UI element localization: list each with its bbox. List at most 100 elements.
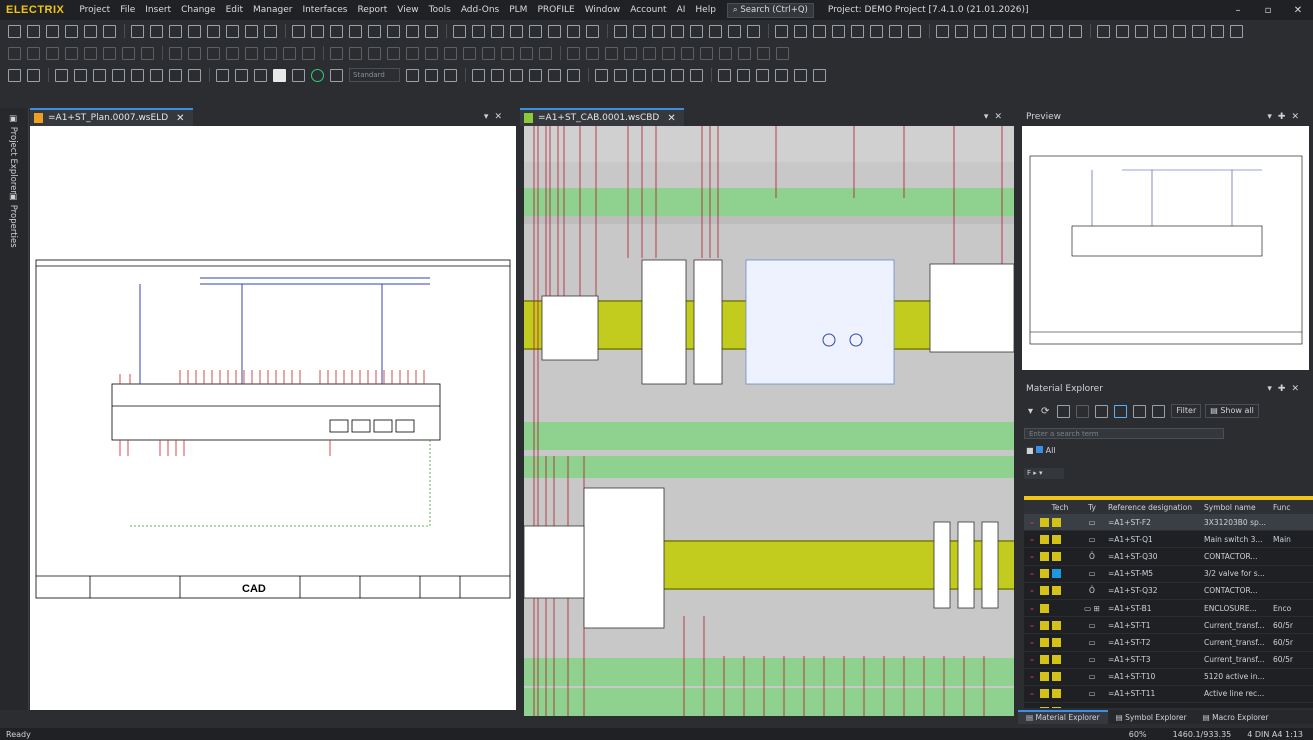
toolbar-tool-icon[interactable] [55,68,68,82]
toolbar-tool-icon[interactable] [254,68,267,82]
settings-icon[interactable] [1133,404,1147,418]
toolbar-tool-icon[interactable] [387,46,400,60]
toolbar-tool-icon[interactable] [311,24,324,38]
toolbar-tool-icon[interactable] [207,24,220,38]
chevron-down-icon[interactable]: ▾ [484,112,495,122]
toolbar-tool-icon[interactable] [103,46,116,60]
toolbar-tool-icon[interactable] [65,46,78,60]
toolbar-tool-icon[interactable] [1012,24,1025,38]
toolbar-tool-icon[interactable] [65,24,78,38]
toolbar-tool-icon[interactable] [453,24,466,38]
toolbar-tool-icon[interactable] [406,68,419,82]
remove-icon[interactable]: – [1024,569,1040,578]
toolbar-tool-icon[interactable] [757,46,770,60]
filter-type-icon[interactable] [1076,404,1090,418]
toolbar-tool-icon[interactable] [188,24,201,38]
remove-icon[interactable]: – [1024,689,1040,698]
toolbar-tool-icon[interactable] [1230,24,1243,38]
toolbar-tool-icon[interactable] [131,68,144,82]
toolbar-tool-icon[interactable] [539,46,552,60]
toolbar-tool-icon[interactable] [84,46,97,60]
menu-item-file[interactable]: File [115,5,140,15]
toolbar-tool-icon[interactable] [718,68,731,82]
material-search-input[interactable]: Enter a search term [1024,428,1224,439]
toolbar-tool-icon[interactable] [245,24,258,38]
pin-icon[interactable]: ✚ [1278,384,1292,394]
filter-button[interactable]: Filter [1171,404,1202,418]
toolbar-tool-icon[interactable] [27,46,40,60]
toolbar-tool-icon[interactable] [482,46,495,60]
toolbar-tool-icon[interactable] [643,46,656,60]
table-row[interactable]: – ▭ =A1+ST-F2 3X31203B0 sp... [1024,514,1313,532]
toolbar-tool-icon[interactable] [624,46,637,60]
toolbar-tool-icon[interactable] [46,24,59,38]
chevron-down-icon[interactable]: ▾ [1267,384,1278,394]
toolbar-tool-icon[interactable] [671,24,684,38]
sort-blue-icon[interactable] [1114,404,1128,418]
menu-item-project[interactable]: Project [74,5,115,15]
remove-icon[interactable]: – [1024,586,1040,595]
menu-item-plm[interactable]: PLM [504,5,532,15]
sidebar-tab-properties[interactable]: ▣ Properties [8,192,18,248]
toolbar-tool-icon[interactable] [264,24,277,38]
table-row[interactable]: – ▭ =A1+ST-T11 Active line rec... [1024,686,1313,704]
toolbar-tool-icon[interactable] [567,68,580,82]
toolbar-tool-icon[interactable] [690,24,703,38]
col-reference[interactable]: Reference designation [1104,503,1200,512]
toolbar-tool-icon[interactable] [586,24,599,38]
toolbar-tool-icon[interactable] [169,46,182,60]
toolbar-tool-icon[interactable] [1116,24,1129,38]
toolbar-tool-icon[interactable] [311,68,324,82]
toolbar-tool-icon[interactable] [425,24,438,38]
close-icon[interactable]: ✕ [176,113,184,124]
toolbar-tool-icon[interactable] [245,46,258,60]
menu-item-help[interactable]: Help [690,5,721,15]
toolbar-tool-icon[interactable] [387,24,400,38]
refresh-icon[interactable]: ⟳ [1041,406,1049,417]
schematic-canvas[interactable]: CAD [30,126,516,710]
toolbar-tool-icon[interactable] [955,24,968,38]
toolbar-tool-icon[interactable] [330,46,343,60]
menu-item-report[interactable]: Report [352,5,392,15]
toolbar-tool-icon[interactable] [302,46,315,60]
toolbar-tool-icon[interactable] [851,24,864,38]
toolbar-tool-icon[interactable] [169,24,182,38]
sort-icon[interactable] [1095,404,1109,418]
toolbar-tool-icon[interactable] [520,46,533,60]
toolbar-tool-icon[interactable] [368,46,381,60]
maximize-icon[interactable]: ▫ [1253,5,1283,16]
toolbar-tool-icon[interactable] [567,24,580,38]
toolbar-tool-icon[interactable] [529,24,542,38]
toolbar-tool-icon[interactable] [150,24,163,38]
col-tech[interactable]: Tech [1040,503,1080,512]
toolbar-tool-icon[interactable] [993,24,1006,38]
toolbar-tool-icon[interactable] [908,24,921,38]
toolbar-tool-icon[interactable] [614,68,627,82]
toolbar-tool-icon[interactable] [463,46,476,60]
toolbar-tool-icon[interactable] [1154,24,1167,38]
show-all-button[interactable]: ▤ Show all [1205,404,1259,418]
toolbar-tool-icon[interactable] [832,24,845,38]
sidebar-tab-project-explorer[interactable]: ▣ Project Explorer [8,114,18,194]
toolbar-tool-icon[interactable] [756,68,769,82]
toolbar-tool-icon[interactable] [103,24,116,38]
toolbar-tool-icon[interactable] [188,68,201,82]
toolbar-tool-icon[interactable] [46,46,59,60]
menu-item-window[interactable]: Window [580,5,626,15]
toolbar-tool-icon[interactable] [690,68,703,82]
table-row[interactable]: – ▭ =A1+ST-T1 Current_transf... 60/5r [1024,617,1313,635]
close-icon[interactable]: ✕ [1283,5,1313,16]
toolbar-tool-icon[interactable] [1097,24,1110,38]
toolbar-tool-icon[interactable] [974,24,987,38]
toolbar-tool-icon[interactable] [406,46,419,60]
toolbar-tool-icon[interactable] [1135,24,1148,38]
remove-icon[interactable]: – [1024,638,1040,647]
toolbar-tool-icon[interactable] [794,68,807,82]
toolbar-tool-icon[interactable] [141,46,154,60]
toolbar-tool-icon[interactable] [738,46,751,60]
checkbox-icon[interactable] [1036,446,1044,453]
table-row[interactable]: – Ô =A1+ST-Q32 CONTACTOR... [1024,583,1313,600]
toolbar-tool-icon[interactable] [74,68,87,82]
toolbar-tool-icon[interactable] [1069,24,1082,38]
toolbar-tool-icon[interactable] [595,68,608,82]
